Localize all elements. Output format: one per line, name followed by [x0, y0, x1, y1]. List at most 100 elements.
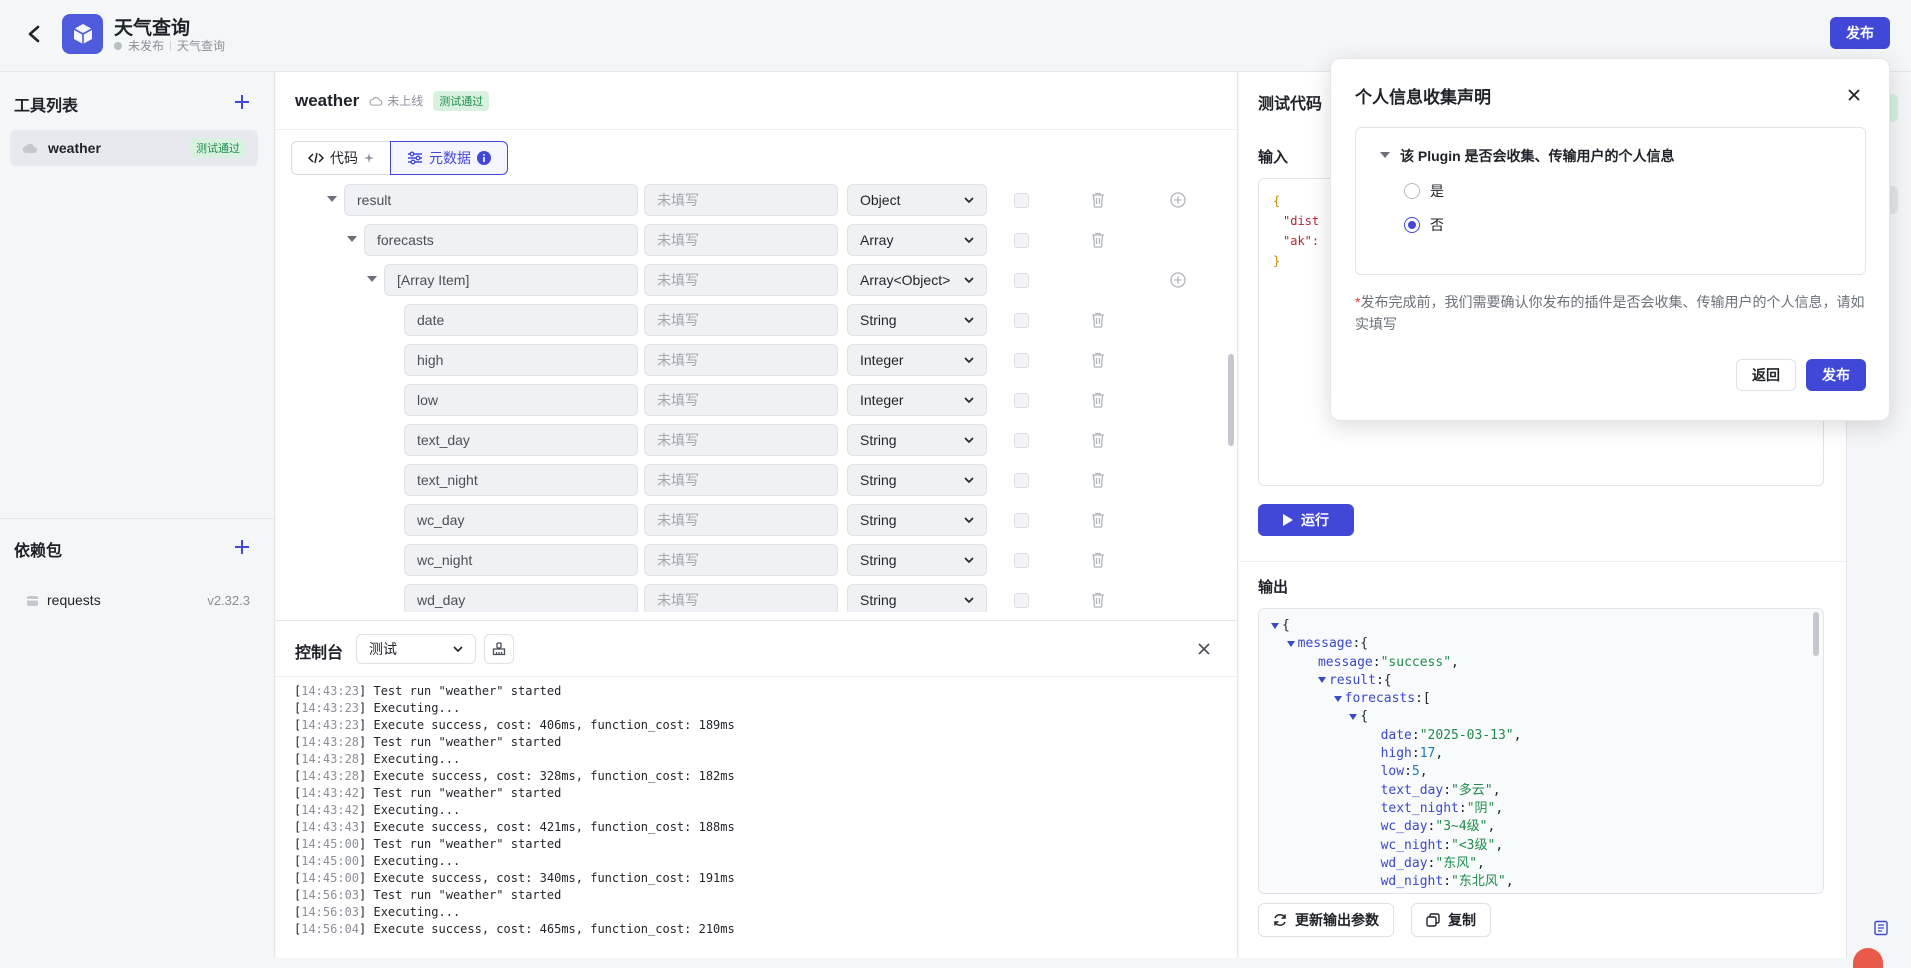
trash-icon[interactable] — [1091, 192, 1105, 208]
trash-icon[interactable] — [1091, 472, 1105, 488]
param-desc-input[interactable]: 未填写 — [644, 384, 838, 416]
param-desc-input[interactable]: 未填写 — [644, 224, 838, 256]
code-icon — [308, 152, 324, 164]
param-desc-input[interactable]: 未填写 — [644, 344, 838, 376]
copy-button[interactable]: 复制 — [1411, 903, 1491, 937]
trash-icon[interactable] — [1091, 512, 1105, 528]
log-line: [14:56:03] Test run "weather" started — [294, 888, 562, 902]
required-checkbox[interactable] — [1014, 473, 1029, 488]
param-desc-input[interactable]: 未填写 — [644, 424, 838, 456]
param-name-input[interactable]: result — [344, 184, 638, 216]
tab-metadata[interactable]: 元数据 — [390, 141, 508, 175]
required-checkbox[interactable] — [1014, 433, 1029, 448]
avatar[interactable] — [1853, 948, 1883, 968]
param-desc-input[interactable]: 未填写 — [644, 584, 838, 612]
back-button[interactable] — [20, 20, 48, 48]
book-icon[interactable] — [1873, 920, 1889, 936]
radio-no[interactable]: 否 — [1404, 215, 1444, 235]
param-desc-input[interactable]: 未填写 — [644, 264, 838, 296]
trash-icon[interactable] — [1091, 552, 1105, 568]
param-name-input[interactable]: text_day — [404, 424, 638, 456]
trash-icon[interactable] — [1091, 232, 1105, 248]
radio-yes[interactable]: 是 — [1404, 181, 1444, 201]
param-desc-input[interactable]: 未填写 — [644, 184, 838, 216]
back-button[interactable]: 返回 — [1736, 359, 1796, 391]
add-child-icon[interactable] — [1170, 272, 1186, 288]
radio-no-label: 否 — [1430, 217, 1444, 233]
param-type-select[interactable]: Object — [847, 184, 987, 216]
close-console-button[interactable] — [1194, 639, 1214, 659]
param-row: high 未填写 Integer — [294, 344, 1214, 376]
console-header: 控制台 测试 — [276, 621, 1238, 677]
required-checkbox[interactable] — [1014, 313, 1029, 328]
param-type-select[interactable]: Array<Object> — [847, 264, 987, 296]
required-checkbox[interactable] — [1014, 193, 1029, 208]
caret-down-icon[interactable] — [327, 196, 337, 202]
add-tool-button[interactable] — [232, 92, 252, 112]
param-type-select[interactable]: String — [847, 424, 987, 456]
param-name-input[interactable]: wc_day — [404, 504, 638, 536]
clear-console-button[interactable] — [484, 634, 514, 664]
dialog-note: *发布完成前，我们需要确认你发布的插件是否会收集、传输用户的个人信息，请如实填写 — [1355, 291, 1867, 335]
param-name-input[interactable]: wc_night — [404, 544, 638, 576]
param-name-input[interactable]: low — [404, 384, 638, 416]
trash-icon[interactable] — [1091, 352, 1105, 368]
broom-icon — [492, 642, 506, 656]
caret-down-icon[interactable] — [367, 276, 377, 282]
param-name-input[interactable]: text_night — [404, 464, 638, 496]
param-row: text_night 未填写 String — [294, 464, 1214, 496]
log-message: Executing... — [373, 905, 461, 919]
scrollbar[interactable] — [1813, 612, 1819, 656]
param-type-select[interactable]: Integer — [847, 344, 987, 376]
dep-item-requests[interactable]: requests v2.32.3 — [26, 592, 250, 608]
console-title: 控制台 — [295, 645, 344, 662]
close-dialog-button[interactable] — [1844, 85, 1864, 105]
param-desc-input[interactable]: 未填写 — [644, 464, 838, 496]
tab-code[interactable]: 代码 — [291, 141, 390, 175]
add-child-icon[interactable] — [1170, 192, 1186, 208]
caret-down-icon[interactable] — [347, 236, 357, 242]
param-name-input[interactable]: wd_day — [404, 584, 638, 612]
console-log-list: [14:43:23] Test run "weather" started [14… — [294, 683, 1214, 938]
param-desc-input[interactable]: 未填写 — [644, 304, 838, 336]
console-filter-select[interactable]: 测试 — [356, 634, 476, 664]
run-button[interactable]: 运行 — [1258, 504, 1354, 536]
log-line: [14:43:42] Executing... — [294, 803, 461, 817]
param-desc-input[interactable]: 未填写 — [644, 504, 838, 536]
required-checkbox[interactable] — [1014, 353, 1029, 368]
param-type-select[interactable]: String — [847, 584, 987, 612]
trash-icon[interactable] — [1091, 392, 1105, 408]
param-name-input[interactable]: date — [404, 304, 638, 336]
param-type-select[interactable]: String — [847, 304, 987, 336]
required-checkbox[interactable] — [1014, 273, 1029, 288]
required-checkbox[interactable] — [1014, 513, 1029, 528]
param-type-value: Object — [860, 192, 901, 208]
json-line: text_day:"多云", — [1380, 782, 1501, 798]
param-type-select[interactable]: Array — [847, 224, 987, 256]
param-type-select[interactable]: Integer — [847, 384, 987, 416]
param-type-select[interactable]: String — [847, 544, 987, 576]
dep-name: requests — [47, 592, 101, 608]
update-output-params-button[interactable]: 更新输出参数 — [1258, 903, 1394, 937]
output-label: 输出 — [1258, 579, 1289, 596]
add-dep-button[interactable] — [232, 537, 252, 557]
output-viewer[interactable]: { message:{ message:"success", result:{ … — [1258, 608, 1824, 894]
param-name-input[interactable]: [Array Item] — [384, 264, 638, 296]
param-name-input[interactable]: high — [404, 344, 638, 376]
scrollbar[interactable] — [1228, 354, 1234, 446]
publish-button[interactable]: 发布 — [1830, 17, 1890, 49]
required-checkbox[interactable] — [1014, 233, 1029, 248]
trash-icon[interactable] — [1091, 592, 1105, 608]
tool-item-weather[interactable]: weather 测试通过 — [10, 130, 258, 166]
required-checkbox[interactable] — [1014, 593, 1029, 608]
param-type-select[interactable]: String — [847, 504, 987, 536]
trash-icon[interactable] — [1091, 432, 1105, 448]
param-type-select[interactable]: String — [847, 464, 987, 496]
required-checkbox[interactable] — [1014, 553, 1029, 568]
trash-icon[interactable] — [1091, 312, 1105, 328]
caret-down-icon[interactable] — [1380, 152, 1390, 158]
required-checkbox[interactable] — [1014, 393, 1029, 408]
dialog-publish-button[interactable]: 发布 — [1806, 359, 1866, 391]
param-desc-input[interactable]: 未填写 — [644, 544, 838, 576]
param-name-input[interactable]: forecasts — [364, 224, 638, 256]
